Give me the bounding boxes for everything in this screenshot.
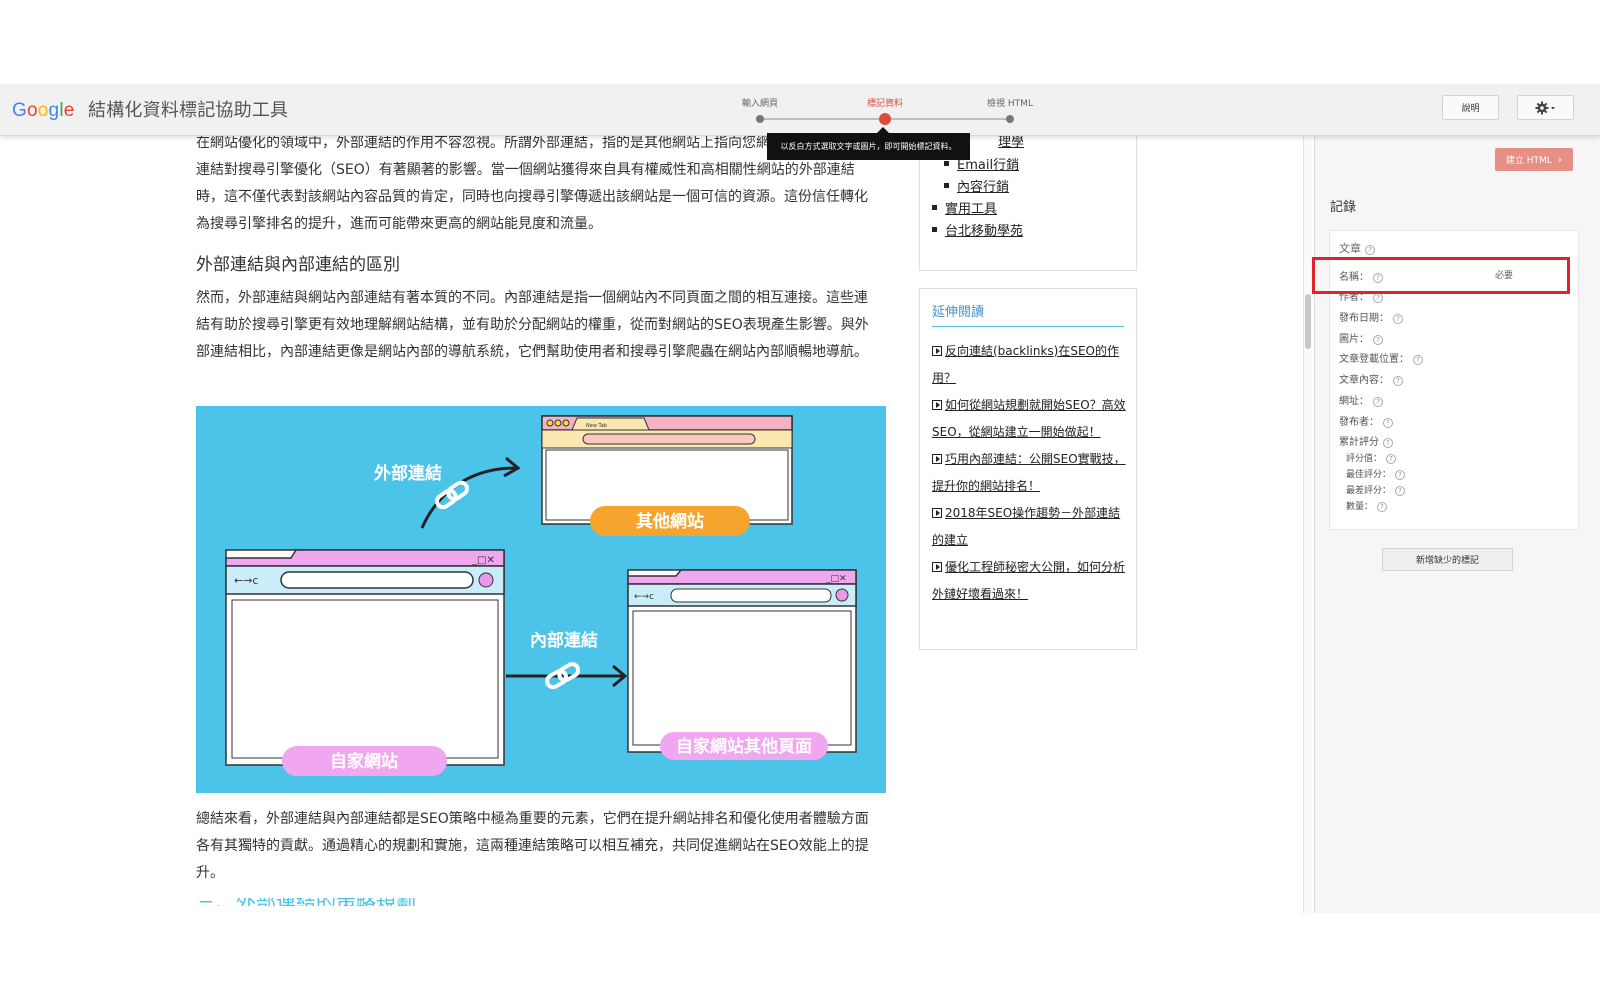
scrollbar-thumb[interactable]	[1305, 294, 1311, 349]
own-site-label: 自家網站	[330, 751, 398, 772]
step-tag-data[interactable]: 標記資料	[867, 96, 903, 109]
other-site-label: 其他網站	[636, 511, 704, 532]
next-section-heading-cut: 三、外部連結的策略規劃	[196, 898, 436, 906]
step-input-page[interactable]: 輸入網頁	[742, 96, 778, 109]
help-icon: ?	[1413, 355, 1423, 365]
further-reading-box: 延伸閱讀 反向連結(backlinks)在SEO的作用？ 如何從網站規劃就開始S…	[919, 288, 1137, 650]
field-image[interactable]: 圖片：?	[1339, 330, 1383, 345]
reading-link[interactable]: 巧用內部連結：公開SEO實戰技，提升你的網站排名！	[932, 446, 1126, 500]
create-html-button[interactable]: 建立 HTML ›	[1495, 148, 1573, 171]
help-icon: ?	[1373, 335, 1383, 345]
own-site-other-page-browser: ←→c _□✕	[627, 569, 857, 753]
svg-text:_□✕: _□✕	[471, 555, 495, 566]
article-body[interactable]: 在網站優化的領域中，外部連結的作用不容忽視。所謂外部連結，指的是其他網站上指向您…	[196, 130, 876, 366]
logo-letter: e	[63, 100, 75, 121]
field-article-section[interactable]: 文章登載位置：?	[1339, 350, 1423, 365]
app-title: 結構化資料標記協助工具	[88, 100, 289, 120]
help-icon: ?	[1386, 454, 1397, 464]
play-icon	[932, 346, 942, 356]
field-best-rating[interactable]: 最佳評分：?	[1346, 467, 1406, 480]
field-date-published[interactable]: 發布日期：?	[1339, 309, 1403, 324]
logo-letter: o	[26, 100, 38, 121]
logo-letter: o	[37, 100, 49, 121]
section-heading[interactable]: 外部連結與內部連結的區別	[196, 252, 876, 279]
reading-link[interactable]: 優化工程師秘密大公開，如何分析外鏈好壞看過來！	[932, 554, 1126, 608]
help-icon: ?	[1393, 314, 1403, 324]
menu-item-tools[interactable]: 實用工具	[931, 198, 997, 217]
logo-letter: g	[48, 100, 60, 121]
help-icon: ?	[1395, 486, 1406, 496]
help-icon: ?	[1373, 397, 1383, 407]
menu-subitem-content[interactable]: 內容行銷	[943, 176, 1009, 195]
further-reading-title: 延伸閱讀	[932, 305, 985, 320]
step-tag-data-dot[interactable]	[879, 113, 891, 125]
play-icon	[932, 562, 942, 572]
external-link-label: 外部連結	[374, 463, 442, 484]
help-button[interactable]: 說明	[1442, 95, 1499, 120]
field-publisher[interactable]: 發布者：?	[1339, 413, 1393, 428]
chevron-down-icon	[1550, 106, 1555, 109]
record-type: 文章?	[1339, 240, 1375, 256]
help-icon: ?	[1383, 418, 1393, 428]
field-worst-rating[interactable]: 最差評分：?	[1346, 483, 1406, 496]
field-article-body[interactable]: 文章內容：?	[1339, 371, 1403, 386]
divider	[932, 326, 1124, 327]
chevron-right-icon: ›	[1557, 153, 1563, 166]
add-missing-tags-button[interactable]: 新增缺少的標記	[1382, 548, 1513, 571]
help-icon: ?	[1393, 376, 1403, 386]
own-site-other-page-label: 自家網站其他頁面	[676, 736, 812, 757]
help-icon: ?	[1383, 438, 1393, 448]
help-icon: ?	[1373, 293, 1383, 303]
google-logo: Google	[12, 100, 75, 121]
reading-link[interactable]: 2018年SEO操作趨勢－外部連結的建立	[932, 500, 1126, 554]
field-aggregate-rating[interactable]: 累計評分?	[1339, 433, 1393, 448]
help-icon: ?	[1377, 502, 1388, 512]
help-icon: ?	[1395, 470, 1406, 480]
paragraph-2[interactable]: 然而，外部連結與網站內部連結有著本質的不同。內部連結是指一個網站內不同頁面之間的…	[196, 285, 876, 366]
play-icon	[932, 454, 942, 464]
menu-item-academy[interactable]: 台北移動學苑	[931, 220, 1023, 239]
tab-label: New Tab	[586, 423, 607, 429]
internal-link-label: 內部連結	[530, 630, 598, 651]
field-rating-value[interactable]: 評分值：?	[1346, 451, 1397, 464]
gear-icon	[1535, 101, 1555, 114]
reading-link[interactable]: 如何從網站規劃就開始SEO？高效SEO，從網站建立一開始做起！	[932, 392, 1126, 446]
page-scrollbar[interactable]	[1303, 130, 1312, 913]
step-view-html[interactable]: 檢視 HTML	[987, 96, 1033, 109]
further-reading-list: 反向連結(backlinks)在SEO的作用？ 如何從網站規劃就開始SEO？高效…	[932, 338, 1126, 608]
name-field-highlight	[1312, 257, 1570, 294]
own-site-browser: ←→c _□✕	[225, 549, 505, 766]
step-view-html-dot[interactable]	[1006, 115, 1014, 123]
help-icon: ?	[1365, 245, 1375, 255]
svg-text:_□✕: _□✕	[825, 574, 847, 584]
selection-tooltip: 以反白方式選取文字或圖片，即可開始標記資料。	[767, 127, 970, 160]
field-rating-count[interactable]: 數量：?	[1346, 499, 1388, 512]
reading-link[interactable]: 反向連結(backlinks)在SEO的作用？	[932, 338, 1126, 392]
play-icon	[932, 508, 942, 518]
step-progress: 輸入網頁 標記資料 檢視 HTML	[742, 96, 1033, 126]
play-icon	[932, 400, 942, 410]
link-diagram-image[interactable]: New Tab 其他網站 外部連結 ←→c _□✕ 自家網站 內部連結 ←→c …	[196, 406, 886, 793]
step-input-page-dot[interactable]	[756, 115, 764, 123]
svg-text:←→c: ←→c	[634, 592, 654, 602]
app-brand: Google 結構化資料標記協助工具	[12, 96, 288, 122]
records-title: 記錄	[1330, 200, 1357, 215]
logo-letter: G	[12, 100, 27, 121]
svg-text:←→c: ←→c	[234, 574, 258, 587]
field-url[interactable]: 網址：?	[1339, 392, 1383, 407]
settings-button[interactable]	[1517, 95, 1574, 120]
paragraph-3[interactable]: 總結來看，外部連結與內部連結都是SEO策略中極為重要的元素，它們在提升網站排名和…	[196, 806, 876, 887]
top-toolbar: Google 結構化資料標記協助工具 輸入網頁 標記資料 檢視 HTML 說明	[0, 84, 1600, 136]
